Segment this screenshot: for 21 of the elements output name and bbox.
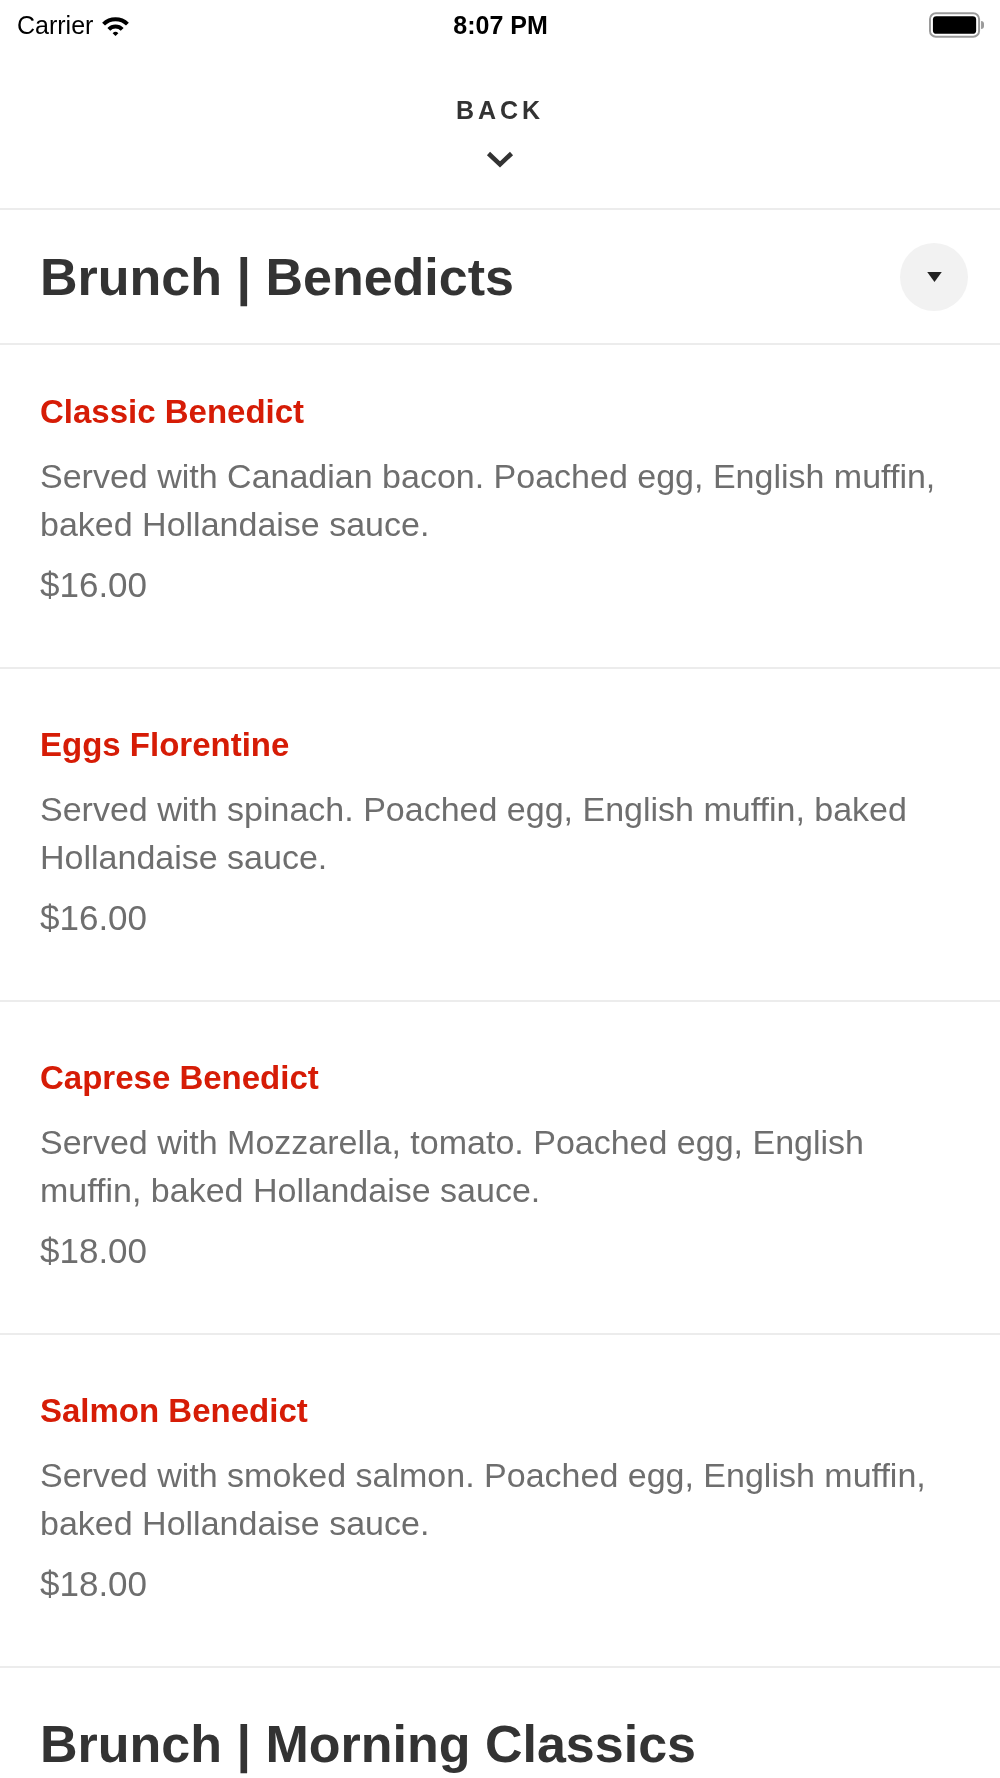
item-name: Salmon Benedict — [40, 1391, 309, 1431]
item-price: $18.00 — [40, 1564, 149, 1604]
item-name: Eggs Florentine — [40, 725, 291, 765]
triangle-down-icon — [926, 271, 942, 282]
section-title: Brunch | Benedicts — [40, 246, 514, 307]
item-price: $16.00 — [40, 898, 149, 938]
item-description: Served with Mozzarella, tomato. Poached egg, English muffin, baked Hollandaise sauce. — [40, 1122, 865, 1211]
battery-icon — [929, 12, 984, 38]
back-button[interactable]: BACK — [455, 96, 545, 168]
item-price: $18.00 — [40, 1231, 149, 1271]
item-description: Served with spinach. Poached egg, English muffin, baked Hollandaise sauce. — [40, 789, 908, 878]
chevron-down-icon — [486, 151, 514, 168]
status-time: 8:07 PM — [453, 10, 548, 40]
item-name: Classic Benedict — [40, 392, 306, 432]
section-title: Brunch | Morning Classics — [40, 1714, 696, 1774]
item-name: Caprese Benedict — [40, 1058, 320, 1098]
item-description: Served with Canadian bacon. Poached egg, English muffin, baked Hollandaise sauce. — [40, 456, 937, 545]
carrier-label: Carrier — [17, 10, 94, 40]
item-description: Served with smoked salmon. Poached egg, English muffin, baked Hollandaise sauce. — [40, 1455, 927, 1544]
item-price: $16.00 — [40, 565, 149, 605]
wifi-icon — [101, 14, 131, 36]
